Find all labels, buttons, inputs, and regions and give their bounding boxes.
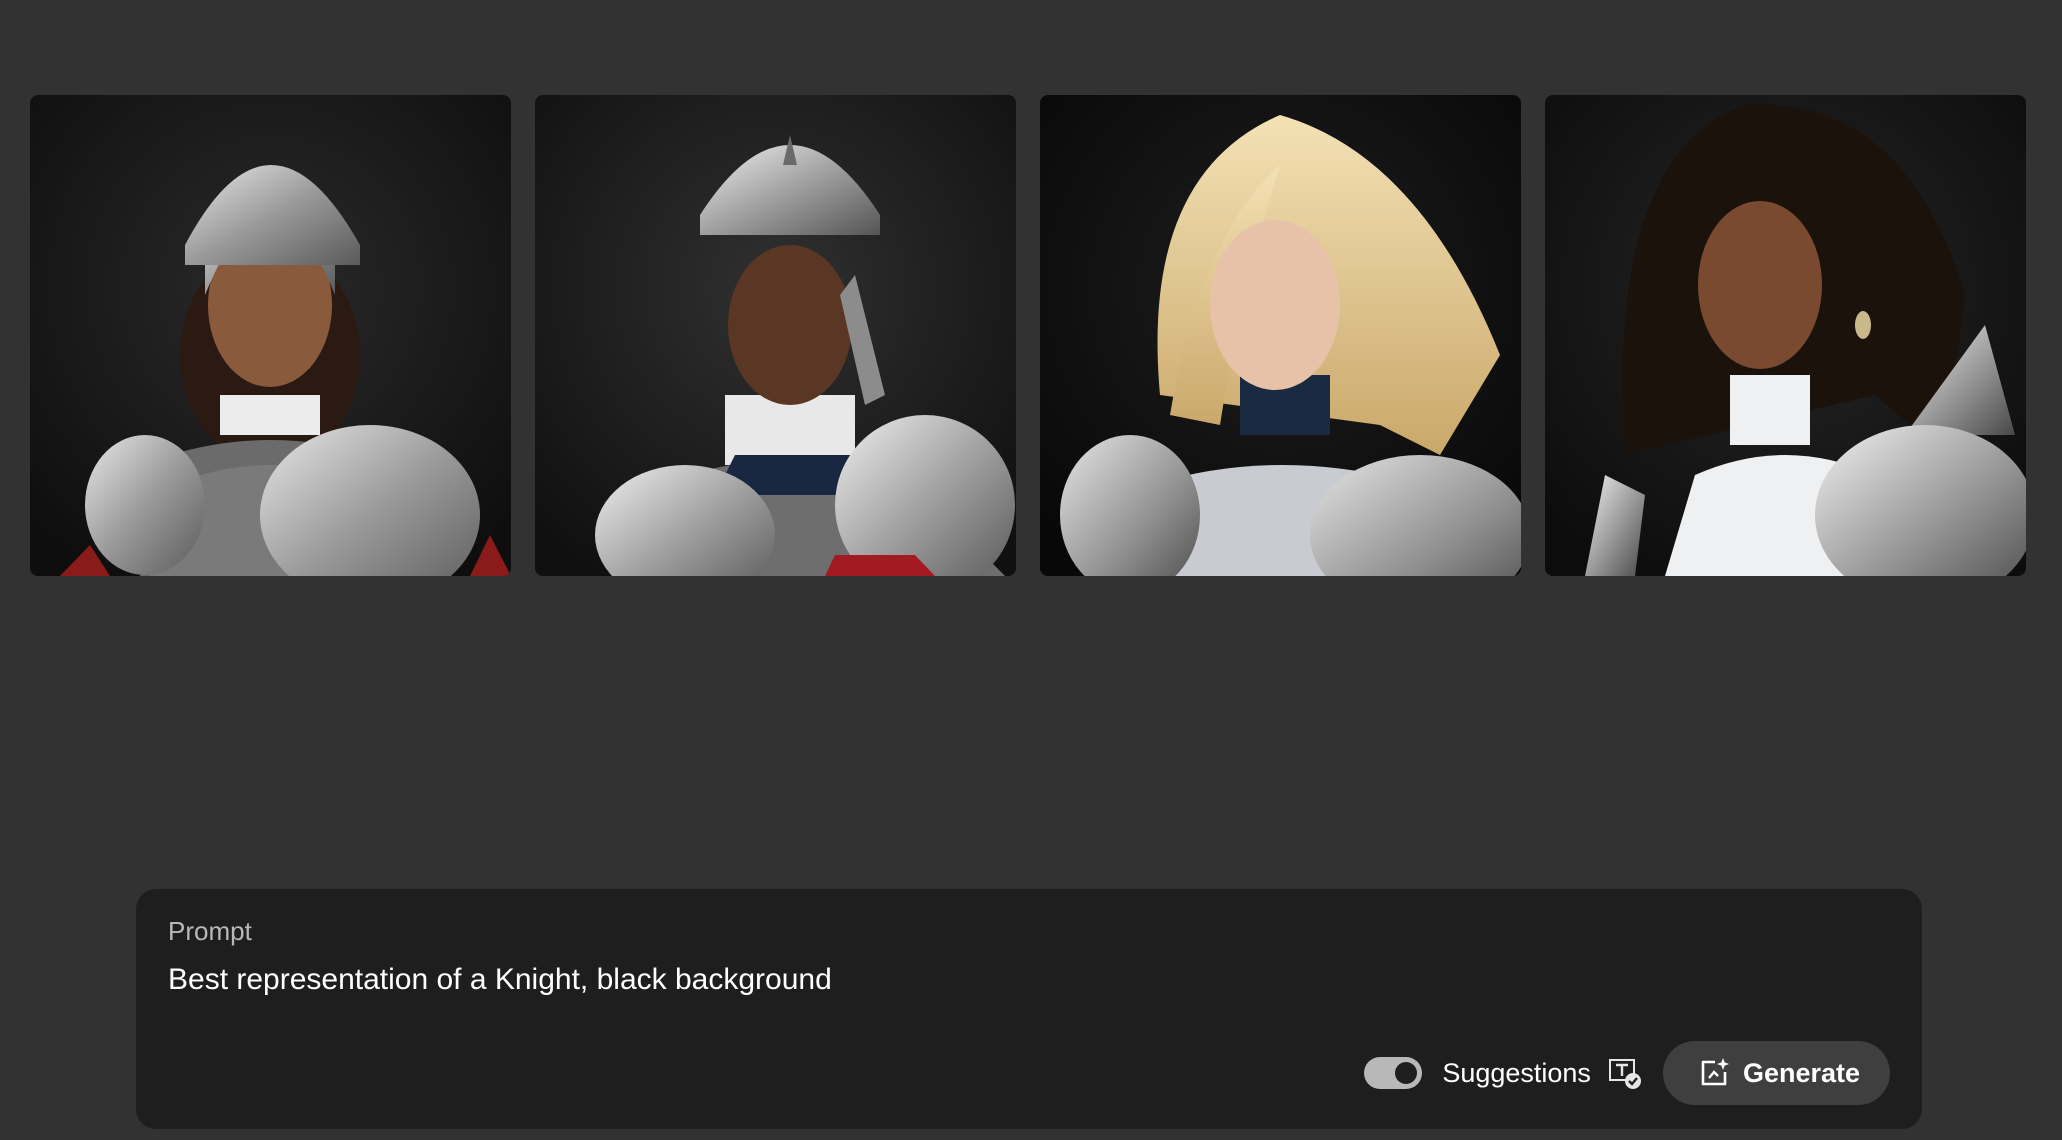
generate-sparkle-icon (1701, 1058, 1729, 1086)
generated-image-3[interactable] (1040, 95, 1521, 576)
knight-1-illustration (30, 95, 511, 576)
generated-image-2[interactable] (535, 95, 1016, 576)
generated-image-4[interactable] (1545, 95, 2026, 576)
knight-4-illustration (1545, 95, 2026, 576)
generate-label: Generate (1742, 1057, 1860, 1088)
generated-image-1[interactable] (30, 95, 511, 576)
toggle-knob (1395, 1062, 1418, 1084)
suggestions-label: Suggestions (1442, 1057, 1591, 1088)
prompt-label: Prompt (168, 916, 252, 946)
app-window: Prompt Best representation of a Knight, … (0, 0, 2062, 1140)
suggestions-toggle[interactable] (1364, 1057, 1423, 1089)
text-check-icon[interactable] (1607, 1055, 1643, 1091)
knight-2-illustration (535, 95, 1016, 576)
prompt-input[interactable]: Best representation of a Knight, black b… (168, 963, 1868, 997)
prompt-controls: Suggestions Generate (1364, 1041, 1890, 1105)
prompt-panel: Prompt Best representation of a Knight, … (136, 889, 1922, 1129)
generate-button[interactable]: Generate (1662, 1041, 1890, 1105)
image-gallery (30, 95, 2026, 576)
knight-3-illustration (1040, 95, 1521, 576)
